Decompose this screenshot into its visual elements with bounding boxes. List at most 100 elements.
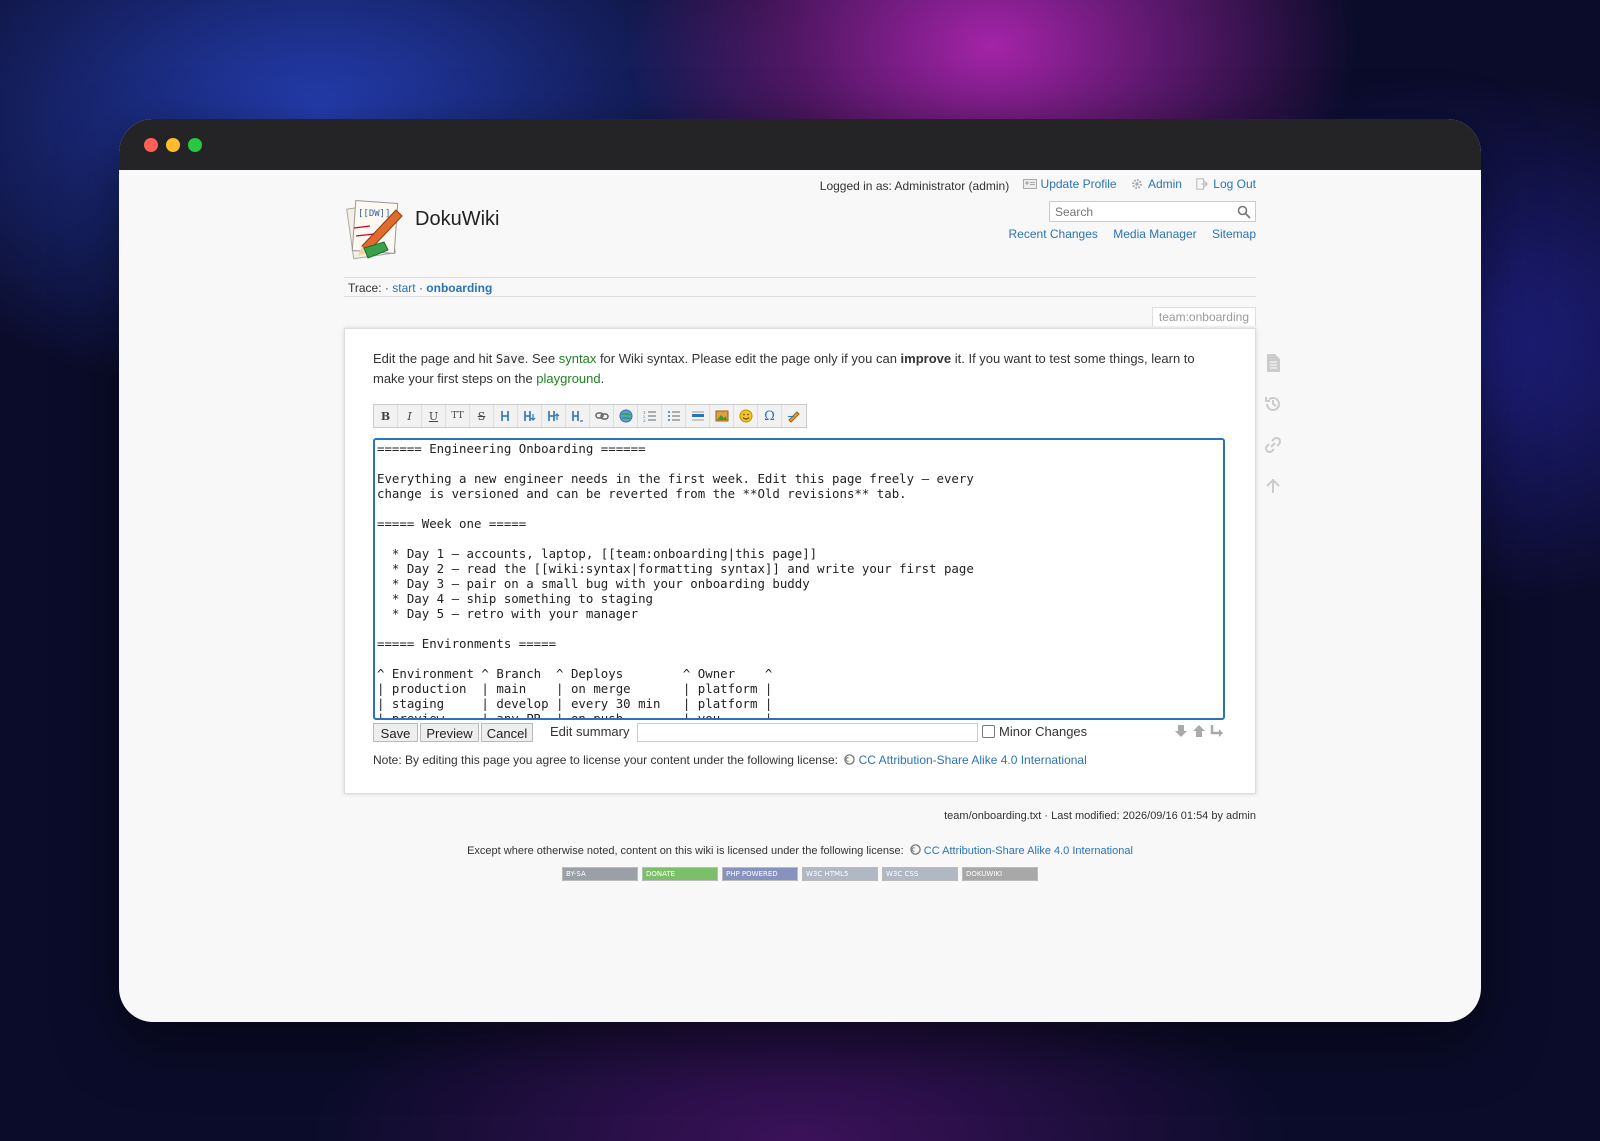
horizontal-rule-button[interactable] [686,405,710,427]
headline-menu-button[interactable] [566,405,590,427]
breadcrumb-current[interactable]: onboarding [426,281,492,295]
cc-icon [909,844,921,855]
dokuwiki-badge[interactable]: DOKUWIKI [962,867,1038,881]
special-chars-button[interactable]: Ω [758,405,782,427]
breadcrumb-separator: · [418,281,423,295]
svg-text:[[DW]]: [[DW]] [358,209,391,219]
editor-toolbar: B I U TT S 123 Ω [373,404,807,428]
breadcrumb-start[interactable]: start [392,281,415,295]
footer-badges: BY-SA DONATE PHP POWERED W3C HTML5 W3C C… [344,867,1256,881]
browser-window: Logged in as: Administrator (admin) Upda… [119,119,1481,1022]
zoom-window-button[interactable] [188,138,202,152]
save-code: Save [495,352,525,366]
minimize-window-button[interactable] [166,138,180,152]
php-badge[interactable]: PHP POWERED [722,867,798,881]
back-to-top-icon[interactable] [1263,476,1283,496]
unordered-list-button[interactable] [662,405,686,427]
signature-button[interactable] [782,405,806,427]
update-profile-link[interactable]: Update Profile [1041,177,1117,191]
syntax-link[interactable]: syntax [559,351,597,366]
editor-content[interactable]: ====== Engineering Onboarding ====== Eve… [375,440,1223,718]
minor-changes-option[interactable]: Minor Changes [982,724,1087,739]
backlinks-icon[interactable] [1263,435,1283,455]
edit-bar: Save Preview Cancel Edit summary Minor C… [373,723,1225,743]
gear-icon [1132,179,1142,189]
minor-changes-checkbox[interactable] [982,725,995,738]
admin-link[interactable]: Admin [1148,177,1182,191]
recent-changes-link[interactable]: Recent Changes [1009,227,1098,241]
intro-text: . See [524,351,559,366]
image-icon [715,410,728,422]
html5-badge[interactable]: W3C HTML5 [802,867,878,881]
intro-text: Edit the page and hit [373,351,496,366]
same-level-heading-button[interactable] [494,405,518,427]
wrap-toggle-icon[interactable] [1209,723,1225,739]
headline-icon [571,411,583,422]
page-id[interactable]: team:onboarding [1151,307,1256,326]
edit-summary-label: Edit summary [550,724,630,739]
dokuwiki-logo[interactable]: [[DW]] [344,196,410,262]
bold-button[interactable]: B [374,405,398,427]
license-link[interactable]: CC Attribution-Share Alike 4.0 Internati… [859,753,1087,767]
signature-icon [787,411,800,423]
user-tools: Logged in as: Administrator (admin) Upda… [820,177,1256,193]
wiki-title[interactable]: DokuWiki [415,208,499,231]
footer-license: Except where otherwise noted, content on… [344,844,1256,857]
ordered-list-button[interactable]: 123 [638,405,662,427]
cancel-button[interactable]: Cancel [481,723,533,742]
underline-button[interactable]: U [422,405,446,427]
save-button[interactable]: Save [373,723,418,742]
profile-icon [1022,179,1037,189]
logout-icon [1196,178,1209,190]
smileys-button[interactable] [734,405,758,427]
page-tools [1263,353,1283,517]
higher-heading-button[interactable] [542,405,566,427]
logout-link[interactable]: Log Out [1213,177,1256,191]
internal-link-button[interactable] [590,405,614,427]
breadcrumb-label: Trace: [348,281,382,295]
close-window-button[interactable] [144,138,158,152]
footer-license-text: Except where otherwise noted, content on… [467,845,904,857]
cc-badge[interactable]: BY-SA [562,867,638,881]
breadcrumb: Trace: · start · onboarding [344,277,1256,297]
donate-badge[interactable]: DONATE [642,867,718,881]
show-page-icon[interactable] [1263,353,1283,373]
smiley-icon [739,409,752,423]
sitemap-link[interactable]: Sitemap [1212,227,1256,241]
heading-icon [500,411,509,421]
minor-changes-label: Minor Changes [999,724,1088,739]
search-input[interactable] [1050,202,1240,221]
horizontal-rule-icon [691,411,704,421]
monospace-button[interactable]: TT [446,405,470,427]
license-note: Note: By editing this page you agree to … [373,753,1087,767]
page-info: team/onboarding.txt · Last modified: 202… [944,810,1256,822]
globe-icon [619,409,632,423]
smaller-editor-icon[interactable] [1191,723,1207,739]
ordered-list-icon: 123 [643,410,656,423]
external-link-button[interactable] [614,405,638,427]
title-bar [119,119,1481,170]
svg-text:3: 3 [643,418,646,423]
search-box [1049,201,1256,222]
media-manager-link[interactable]: Media Manager [1113,227,1196,241]
edit-panel: Edit the page and hit Save. See syntax f… [344,328,1256,794]
preview-button[interactable]: Preview [420,723,479,742]
license-note-text: Note: By editing this page you agree to … [373,753,838,767]
larger-editor-icon[interactable] [1173,723,1189,739]
old-revisions-icon[interactable] [1263,394,1283,414]
add-image-button[interactable] [710,405,734,427]
strikethrough-button[interactable]: S [470,405,494,427]
cc-icon [844,754,856,765]
heading-down-icon [523,411,535,421]
css-badge[interactable]: W3C CSS [882,867,958,881]
improve-text: improve [900,351,952,366]
editor-size-controls [1173,723,1225,739]
search-icon[interactable] [1237,205,1251,219]
wiki-text-editor[interactable]: ====== Engineering Onboarding ====== Eve… [373,438,1225,720]
playground-link[interactable]: playground [536,371,600,386]
link-icon [594,412,609,420]
italic-button[interactable]: I [398,405,422,427]
edit-summary-input[interactable] [637,723,978,742]
footer-license-link[interactable]: CC Attribution-Share Alike 4.0 Internati… [924,845,1133,857]
lower-heading-button[interactable] [518,405,542,427]
